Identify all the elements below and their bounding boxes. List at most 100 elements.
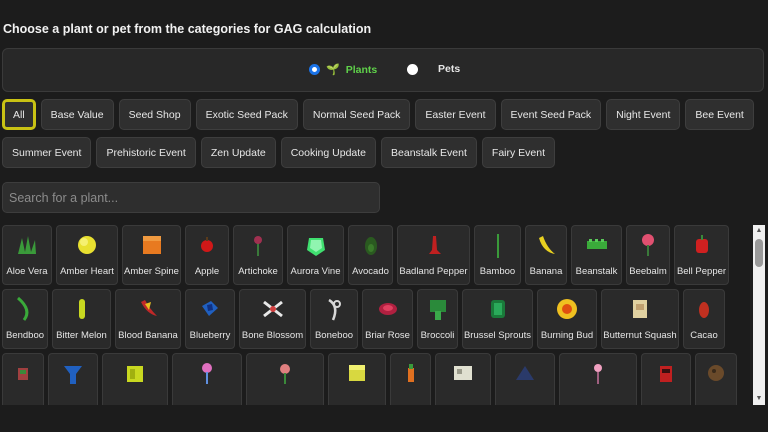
plant-name: Brussel Sprouts [463, 330, 532, 341]
plant-card-cacao[interactable]: Cacao [683, 289, 725, 349]
pets-option[interactable]: Pets [407, 63, 460, 75]
category-easter-event[interactable]: Easter Event [415, 99, 496, 130]
scroll-down-icon[interactable]: ▼ [753, 393, 765, 405]
plant-card-bendboo[interactable]: Bendboo [2, 289, 48, 349]
plant-card-bamboo[interactable]: Bamboo [474, 225, 521, 285]
plant-card-badland-pepper[interactable]: Badland Pepper [397, 225, 470, 285]
plant-card-avocado[interactable]: Avocado [348, 225, 393, 285]
plant-card-brussel-sprouts[interactable]: Brussel Sprouts [462, 289, 533, 349]
plant-card[interactable] [172, 353, 242, 405]
plant-name: Broccoli [420, 330, 455, 341]
plant-card[interactable] [2, 353, 44, 405]
category-normal-seed-pack[interactable]: Normal Seed Pack [302, 99, 411, 130]
plant-card-blueberry[interactable]: Blueberry [185, 289, 235, 349]
plant-name: Apple [194, 266, 220, 277]
plant-name: Banana [529, 266, 563, 277]
plant-card-aurora-vine[interactable]: Aurora Vine [287, 225, 344, 285]
plant-name: Burning Bud [540, 330, 594, 341]
plant-name: Amber Heart [60, 266, 114, 277]
category-summer-event[interactable]: Summer Event [2, 137, 92, 168]
category-cooking-update[interactable]: Cooking Update [280, 137, 377, 168]
category-night-event[interactable]: Night Event [606, 99, 681, 130]
plant-card[interactable] [328, 353, 386, 405]
plant-card[interactable] [495, 353, 555, 405]
avocado-icon [364, 237, 377, 255]
plant-card[interactable] [641, 353, 691, 405]
plant-name: Bell Pepper [676, 266, 727, 277]
plant-icon [516, 366, 534, 380]
artichoke-icon [254, 236, 262, 256]
aurora-vine-icon [306, 238, 325, 256]
category-exotic-seed-pack[interactable]: Exotic Seed Pack [195, 99, 298, 130]
search-input[interactable]: Search for a plant... [2, 182, 380, 213]
plant-card-apple[interactable]: Apple [185, 225, 229, 285]
plant-card-bone-blossom[interactable]: Bone Blossom [239, 289, 306, 349]
plant-card[interactable] [246, 353, 324, 405]
butternut-squash-icon [633, 300, 647, 318]
plant-icon [18, 368, 28, 380]
cacao-icon [699, 302, 709, 318]
scroll-thumb[interactable] [755, 239, 763, 267]
category-all[interactable]: All [2, 99, 36, 130]
plant-card-broccoli[interactable]: Broccoli [417, 289, 458, 349]
plant-card[interactable] [695, 353, 737, 405]
category-zen-update[interactable]: Zen Update [200, 137, 276, 168]
plant-name: Briar Rose [365, 330, 410, 341]
plant-card-boneboo[interactable]: Boneboo [310, 289, 358, 349]
plants-option[interactable]: 🌱 Plants [309, 63, 377, 76]
badland-pepper-icon [428, 236, 441, 254]
plant-icon [594, 364, 602, 384]
plant-icon [127, 366, 143, 382]
category-seed-shop[interactable]: Seed Shop [118, 99, 191, 130]
plant-card[interactable] [48, 353, 98, 405]
plant-name: Cacao [690, 330, 718, 341]
category-beanstalk-event[interactable]: Beanstalk Event [381, 137, 477, 168]
bell-pepper-icon [695, 235, 708, 253]
category-bee-event[interactable]: Bee Event [685, 99, 754, 130]
plant-card-bell-pepper[interactable]: Bell Pepper [674, 225, 729, 285]
plant-card-artichoke[interactable]: Artichoke [233, 225, 283, 285]
plants-label: Plants [345, 63, 378, 76]
boneboo-icon [328, 298, 341, 321]
plant-card-amber-spine[interactable]: Amber Spine [122, 225, 181, 285]
plant-name: Artichoke [238, 266, 278, 277]
plant-card[interactable] [102, 353, 168, 405]
plant-icon [64, 366, 82, 384]
plant-card[interactable] [390, 353, 431, 405]
page-heading: Choose a plant or pet from the categorie… [3, 22, 372, 36]
plant-name: Beanstalk [575, 266, 618, 277]
plant-grid: Aloe Vera Amber Heart Amber Spine Apple … [2, 225, 750, 405]
plant-card[interactable] [435, 353, 491, 405]
scroll-up-icon[interactable]: ▲ [753, 225, 765, 237]
plant-card-butternut-squash[interactable]: Butternut Squash [601, 289, 679, 349]
category-event-seed-pack[interactable]: Event Seed Pack [500, 99, 602, 130]
plant-card-beebalm[interactable]: Beebalm [626, 225, 670, 285]
plant-name: Butternut Squash [603, 330, 677, 341]
plant-card-beanstalk[interactable]: Beanstalk [571, 225, 622, 285]
category-fairy-event[interactable]: Fairy Event [481, 137, 556, 168]
plant-card[interactable] [559, 353, 637, 405]
amber-heart-icon [78, 236, 96, 254]
category-base-value[interactable]: Base Value [40, 99, 114, 130]
plant-icon [407, 364, 414, 382]
plant-name: Bendboo [5, 330, 45, 341]
blueberry-icon [202, 301, 218, 316]
plant-card-burning-bud[interactable]: Burning Bud [537, 289, 597, 349]
plant-card-briar-rose[interactable]: Briar Rose [362, 289, 413, 349]
plant-card-aloe-vera[interactable]: Aloe Vera [2, 225, 52, 285]
plant-name: Blood Banana [118, 330, 178, 341]
plants-radio[interactable] [309, 64, 320, 75]
plant-name: Bone Blossom [241, 330, 304, 341]
plant-card-banana[interactable]: Banana [525, 225, 567, 285]
burning-bud-icon [557, 299, 577, 319]
briar-rose-icon [378, 303, 397, 315]
beanstalk-icon [586, 239, 607, 249]
category-filters: All Base Value Seed Shop Exotic Seed Pac… [2, 99, 766, 175]
pets-radio[interactable] [407, 63, 418, 75]
plant-card-blood-banana[interactable]: Blood Banana [115, 289, 181, 349]
plant-card-amber-heart[interactable]: Amber Heart [56, 225, 118, 285]
category-prehistoric-event[interactable]: Prehistoric Event [96, 137, 196, 168]
plant-card-bitter-melon[interactable]: Bitter Melon [52, 289, 111, 349]
brussel-sprouts-icon [490, 300, 505, 318]
grid-scrollbar[interactable]: ▲ ▼ [753, 225, 765, 405]
